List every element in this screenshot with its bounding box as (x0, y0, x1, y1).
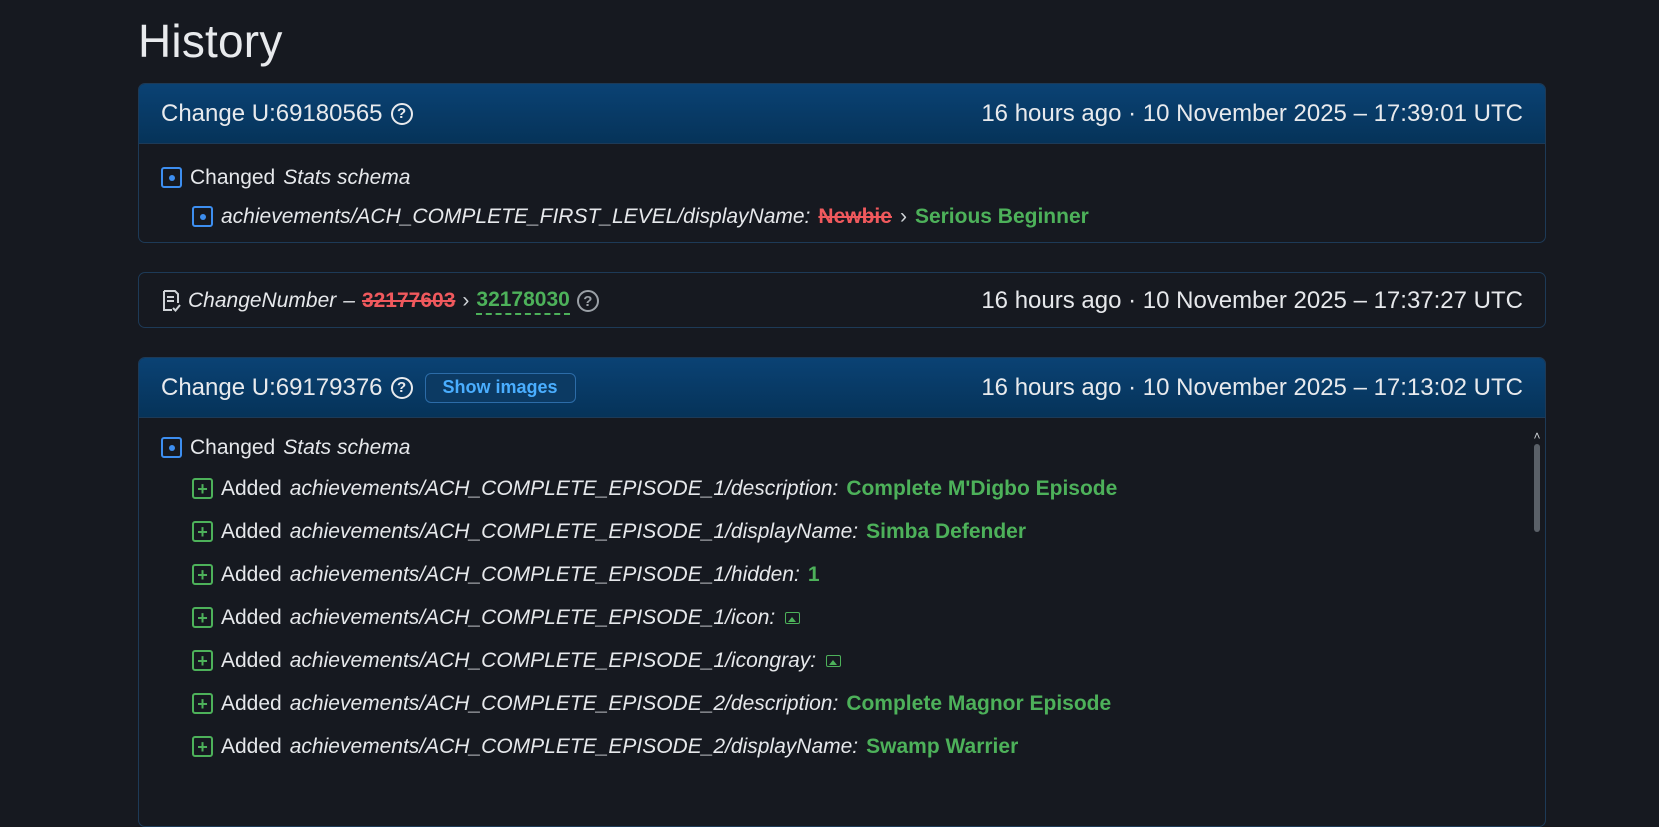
change-body: Changed Stats schema achievements/ACH_CO… (139, 144, 1545, 242)
section-name: Stats schema (283, 435, 411, 459)
plus-icon: + (192, 693, 213, 714)
section-name: Stats schema (283, 165, 411, 189)
dash: – (343, 289, 355, 312)
list-item: + Added achievements/ACH_COMPLETE_EPISOD… (161, 596, 1523, 639)
old-value: Newbie (818, 204, 892, 228)
plus-icon: + (192, 650, 213, 671)
list-item: + Added achievements/ACH_COMPLETE_EPISOD… (161, 725, 1523, 768)
change-timestamp: 16 hours ago · 10 November 2025 – 17:37:… (981, 287, 1523, 314)
change-header: Change U:69180565 ? 16 hours ago · 10 No… (139, 84, 1545, 144)
list-item: + Added achievements/ACH_COMPLETE_EPISOD… (161, 682, 1523, 725)
plus-icon: + (192, 478, 213, 499)
item-value: Complete M'Digbo Episode (846, 476, 1118, 500)
scrollbar[interactable]: ˄ (1533, 430, 1541, 532)
item-value: Swamp Warrier (866, 734, 1019, 758)
item-verb: Added (221, 476, 282, 500)
item-verb: Added (221, 734, 282, 758)
change-timestamp: 16 hours ago · 10 November 2025 – 17:39:… (981, 99, 1523, 127)
item-key: achievements/ACH_COMPLETE_EPISODE_1/icon… (289, 605, 776, 629)
item-key: achievements/ACH_COMPLETE_EPISODE_1/hidd… (289, 562, 800, 586)
section-prefix: Changed (190, 165, 276, 189)
item-key: achievements/ACH_COMPLETE_EPISODE_1/icon… (289, 648, 817, 672)
document-check-icon (163, 290, 181, 312)
change-body: Changed Stats schema + Added achievement… (139, 418, 1545, 782)
item-verb: Added (221, 605, 282, 629)
list-item: + Added achievements/ACH_COMPLETE_EPISOD… (161, 553, 1523, 596)
item-value: Simba Defender (866, 519, 1027, 543)
changenumber-label: ChangeNumber (188, 289, 337, 312)
changenumber-card: ChangeNumber – 32177603 › 32178030 ? 16 … (138, 272, 1546, 328)
section-row: Changed Stats schema (161, 158, 1523, 197)
list-item: + Added achievements/ACH_COMPLETE_EPISOD… (161, 639, 1523, 682)
scroll-up-icon[interactable]: ˄ (1533, 430, 1541, 442)
new-changenumber-link[interactable]: 32178030 (476, 288, 570, 315)
change-title: Change U:69179376 (161, 373, 383, 401)
plus-icon: + (192, 521, 213, 542)
item-verb: Added (221, 648, 282, 672)
item-key: achievements/ACH_COMPLETE_FIRST_LEVEL/di… (221, 204, 811, 228)
change-timestamp: 16 hours ago · 10 November 2025 – 17:13:… (981, 373, 1523, 401)
item-verb: Added (221, 691, 282, 715)
image-icon[interactable] (826, 654, 842, 667)
change-header: Change U:69179376 ? Show images 16 hours… (139, 358, 1545, 418)
change-card: Change U:69180565 ? 16 hours ago · 10 No… (138, 83, 1546, 243)
old-changenumber: 32177603 (361, 289, 456, 312)
help-icon[interactable]: ? (576, 290, 599, 312)
list-item: + Added achievements/ACH_COMPLETE_EPISOD… (161, 510, 1523, 553)
changed-icon (161, 167, 182, 188)
item-key: achievements/ACH_COMPLETE_EPISODE_2/disp… (289, 734, 859, 758)
plus-icon: + (192, 736, 213, 757)
help-icon[interactable]: ? (390, 376, 413, 399)
change-item-row: achievements/ACH_COMPLETE_FIRST_LEVEL/di… (161, 197, 1523, 236)
help-icon[interactable]: ? (390, 102, 413, 125)
arrow: › (899, 204, 907, 228)
scroll-thumb[interactable] (1534, 444, 1540, 532)
change-title: Change U:69180565 (161, 99, 383, 127)
plus-icon: + (192, 607, 213, 628)
arrow: › (462, 289, 470, 312)
section-prefix: Changed (190, 435, 276, 459)
new-value: Serious Beginner (914, 204, 1089, 228)
section-row: Changed Stats schema (161, 428, 1523, 467)
page-title: History (138, 15, 283, 67)
item-value: 1 (807, 562, 820, 586)
history-page: History Change U:69180565 ? 16 hours ago… (0, 0, 1659, 827)
plus-icon: + (192, 564, 213, 585)
change-card: Change U:69179376 ? Show images 16 hours… (138, 357, 1546, 827)
item-value: Complete Magnor Episode (846, 691, 1112, 715)
item-key: achievements/ACH_COMPLETE_EPISODE_1/disp… (289, 519, 859, 543)
changed-icon (192, 206, 213, 227)
item-key: achievements/ACH_COMPLETE_EPISODE_2/desc… (289, 691, 839, 715)
changed-icon (161, 437, 182, 458)
show-images-button[interactable]: Show images (424, 372, 576, 403)
item-verb: Added (221, 562, 282, 586)
item-key: achievements/ACH_COMPLETE_EPISODE_1/desc… (289, 476, 839, 500)
list-item: + Added achievements/ACH_COMPLETE_EPISOD… (161, 467, 1523, 510)
image-icon[interactable] (785, 611, 801, 624)
item-verb: Added (221, 519, 282, 543)
